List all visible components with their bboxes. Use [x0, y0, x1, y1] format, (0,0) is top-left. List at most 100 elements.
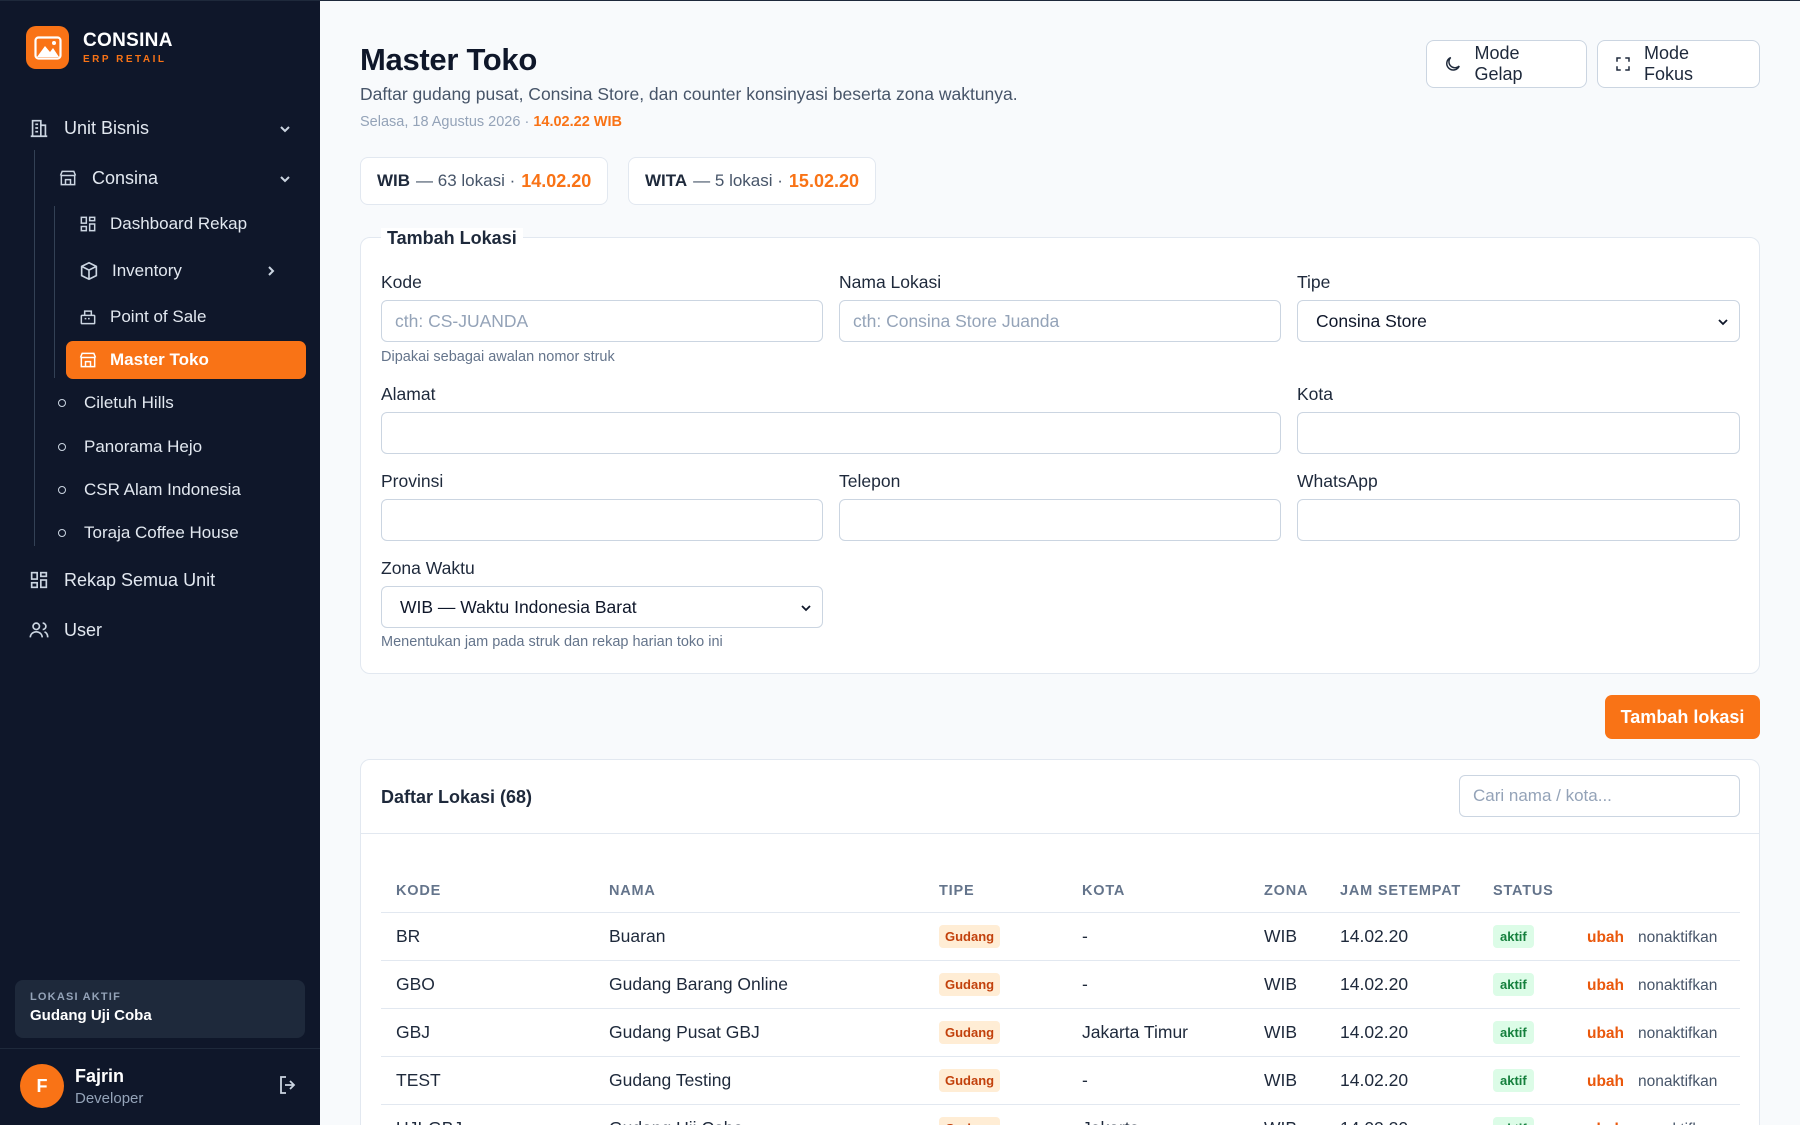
divider — [0, 1048, 320, 1049]
form-legend: Tambah Lokasi — [381, 228, 523, 249]
cell-actions: ubah nonaktifkan — [1572, 912, 1740, 961]
deactivate-link[interactable]: nonaktifkan — [1638, 1121, 1717, 1125]
bullet-icon — [58, 529, 66, 537]
tipe-value: Consina Store — [1316, 310, 1427, 331]
expand-icon — [1616, 57, 1630, 71]
type-badge: Gudang — [939, 1020, 1001, 1044]
provinsi-label: Provinsi — [381, 471, 444, 491]
cell-nama: Buaran — [594, 912, 924, 961]
edit-link[interactable]: ubah — [1587, 1025, 1624, 1042]
cell-nama: Gudang Barang Online — [594, 960, 924, 1009]
column-header[interactable]: NAMA — [594, 870, 924, 913]
zona-waktu-value: WIB — Waktu Indonesia Barat — [400, 596, 637, 617]
location-table: KODE NAMA TIPE KOTA ZONA JAM SETEMPAT ST… — [381, 870, 1740, 1125]
tipe-label: Tipe — [1297, 272, 1331, 292]
unit-label: Toraja Coffee House — [84, 523, 239, 542]
cell-kode: GBO — [381, 960, 594, 1009]
edit-link[interactable]: ubah — [1587, 929, 1624, 946]
telepon-input[interactable] — [839, 499, 1281, 541]
status-badge: aktif — [1493, 1068, 1534, 1092]
sidebar-item-inventory[interactable]: Inventory — [66, 252, 306, 290]
timezone-chip-wita: WITA — 5 lokasi · 15.02.20 — [628, 157, 876, 205]
page-description: Daftar gudang pusat, Consina Store, dan … — [360, 84, 1018, 104]
edit-link[interactable]: ubah — [1587, 977, 1624, 994]
zona-waktu-select[interactable]: WIB — Waktu Indonesia Barat — [381, 586, 823, 628]
nav-unit-bisnis[interactable]: Unit Bisnis — [28, 114, 292, 142]
bullet-icon — [58, 399, 66, 407]
cell-kode: GBJ — [381, 1008, 594, 1057]
sidebar-item-master-toko[interactable]: Master Toko — [66, 341, 306, 379]
sidebar-unit-toraja[interactable]: Toraja Coffee House — [58, 518, 239, 548]
column-header[interactable]: KODE — [381, 870, 594, 913]
column-header[interactable]: STATUS — [1478, 870, 1572, 913]
deactivate-link[interactable]: nonaktifkan — [1638, 1073, 1717, 1090]
zona-waktu-hint: Menentukan jam pada struk dan rekap hari… — [381, 634, 723, 650]
status-badge: aktif — [1493, 1116, 1534, 1125]
cell-zona: WIB — [1249, 1008, 1325, 1057]
brand[interactable]: CONSINA ERP RETAIL — [26, 26, 173, 69]
logout-icon[interactable] — [276, 1073, 300, 1097]
cell-nama: Gudang Pusat GBJ — [594, 1008, 924, 1057]
telepon-label: Telepon — [839, 471, 901, 491]
kota-input[interactable] — [1297, 412, 1740, 454]
tree-line — [54, 206, 55, 378]
mode-fokus-label: Mode Fokus — [1644, 43, 1694, 84]
nav-rekap-semua-unit[interactable]: Rekap Semua Unit — [28, 566, 292, 594]
timezone-chip-wib: WIB — 63 lokasi · 14.02.20 — [360, 157, 609, 205]
kode-label: Kode — [381, 272, 422, 292]
type-badge: Gudang — [939, 972, 1001, 996]
store-icon — [79, 352, 97, 368]
column-header[interactable]: TIPE — [924, 870, 1067, 913]
mode-gelap-button[interactable]: Mode Gelap — [1426, 40, 1587, 88]
provinsi-input[interactable] — [381, 499, 823, 541]
column-header[interactable]: ZONA — [1249, 870, 1325, 913]
sidebar-unit-ciletuh[interactable]: Ciletuh Hills — [58, 388, 174, 418]
nav-user[interactable]: User — [28, 616, 292, 644]
nav-consina-label: Consina — [92, 167, 159, 188]
kode-input[interactable] — [381, 300, 823, 342]
table-row: GBJ Gudang Pusat GBJ Gudang Jakarta Timu… — [381, 1008, 1740, 1057]
edit-link[interactable]: ubah — [1587, 1073, 1624, 1090]
tambah-lokasi-button[interactable]: Tambah lokasi — [1605, 695, 1760, 739]
sidebar-item-dashboard-rekap[interactable]: Dashboard Rekap — [66, 205, 306, 243]
chevron-down-icon — [280, 176, 290, 183]
tipe-select[interactable]: Consina Store — [1297, 300, 1740, 342]
cell-status: aktif — [1478, 1056, 1572, 1105]
page-title: Master Toko — [360, 42, 537, 77]
sidebar-item-point-of-sale[interactable]: Point of Sale — [66, 298, 306, 336]
search-input[interactable] — [1459, 775, 1740, 817]
add-location-form: Tambah Lokasi Kode Dipakai sebagai awala… — [360, 228, 1760, 674]
nama-lokasi-input[interactable] — [839, 300, 1281, 342]
brand-logo-icon — [26, 26, 69, 69]
deactivate-link[interactable]: nonaktifkan — [1638, 977, 1717, 994]
column-header[interactable]: KOTA — [1067, 870, 1249, 913]
cell-kode: BR — [381, 912, 594, 961]
chevron-down-icon — [801, 605, 811, 612]
nav-user-label: User — [64, 619, 103, 640]
grid-icon — [30, 571, 48, 589]
bullet-icon — [58, 443, 66, 451]
bullet-icon — [58, 486, 66, 494]
cell-zona: WIB — [1249, 1056, 1325, 1105]
table-row: BR Buaran Gudang - WIB 14.02.20 aktif ub… — [381, 912, 1740, 961]
alamat-input[interactable] — [381, 412, 1281, 454]
users-icon — [29, 622, 49, 638]
top-border — [0, 0, 1800, 1]
whatsapp-input[interactable] — [1297, 499, 1740, 541]
brand-name: CONSINA — [83, 29, 173, 51]
tz-time: 14.02.20 — [521, 170, 592, 191]
deactivate-link[interactable]: nonaktifkan — [1638, 929, 1717, 946]
avatar[interactable]: F — [20, 1064, 64, 1108]
nav-consina[interactable]: Consina — [58, 164, 292, 192]
alamat-label: Alamat — [381, 384, 436, 404]
column-header[interactable]: JAM SETEMPAT — [1325, 870, 1478, 913]
sidebar-unit-panorama[interactable]: Panorama Hejo — [58, 432, 202, 462]
sidebar-item-label: Dashboard Rekap — [110, 214, 248, 233]
sidebar-unit-csr[interactable]: CSR Alam Indonesia — [58, 475, 241, 505]
cell-actions: ubah nonaktifkan — [1572, 1104, 1740, 1125]
edit-link[interactable]: ubah — [1587, 1121, 1624, 1125]
deactivate-link[interactable]: nonaktifkan — [1638, 1025, 1717, 1042]
mode-fokus-button[interactable]: Mode Fokus — [1597, 40, 1760, 88]
zona-waktu-label: Zona Waktu — [381, 558, 475, 578]
cell-actions: ubah nonaktifkan — [1572, 1008, 1740, 1057]
